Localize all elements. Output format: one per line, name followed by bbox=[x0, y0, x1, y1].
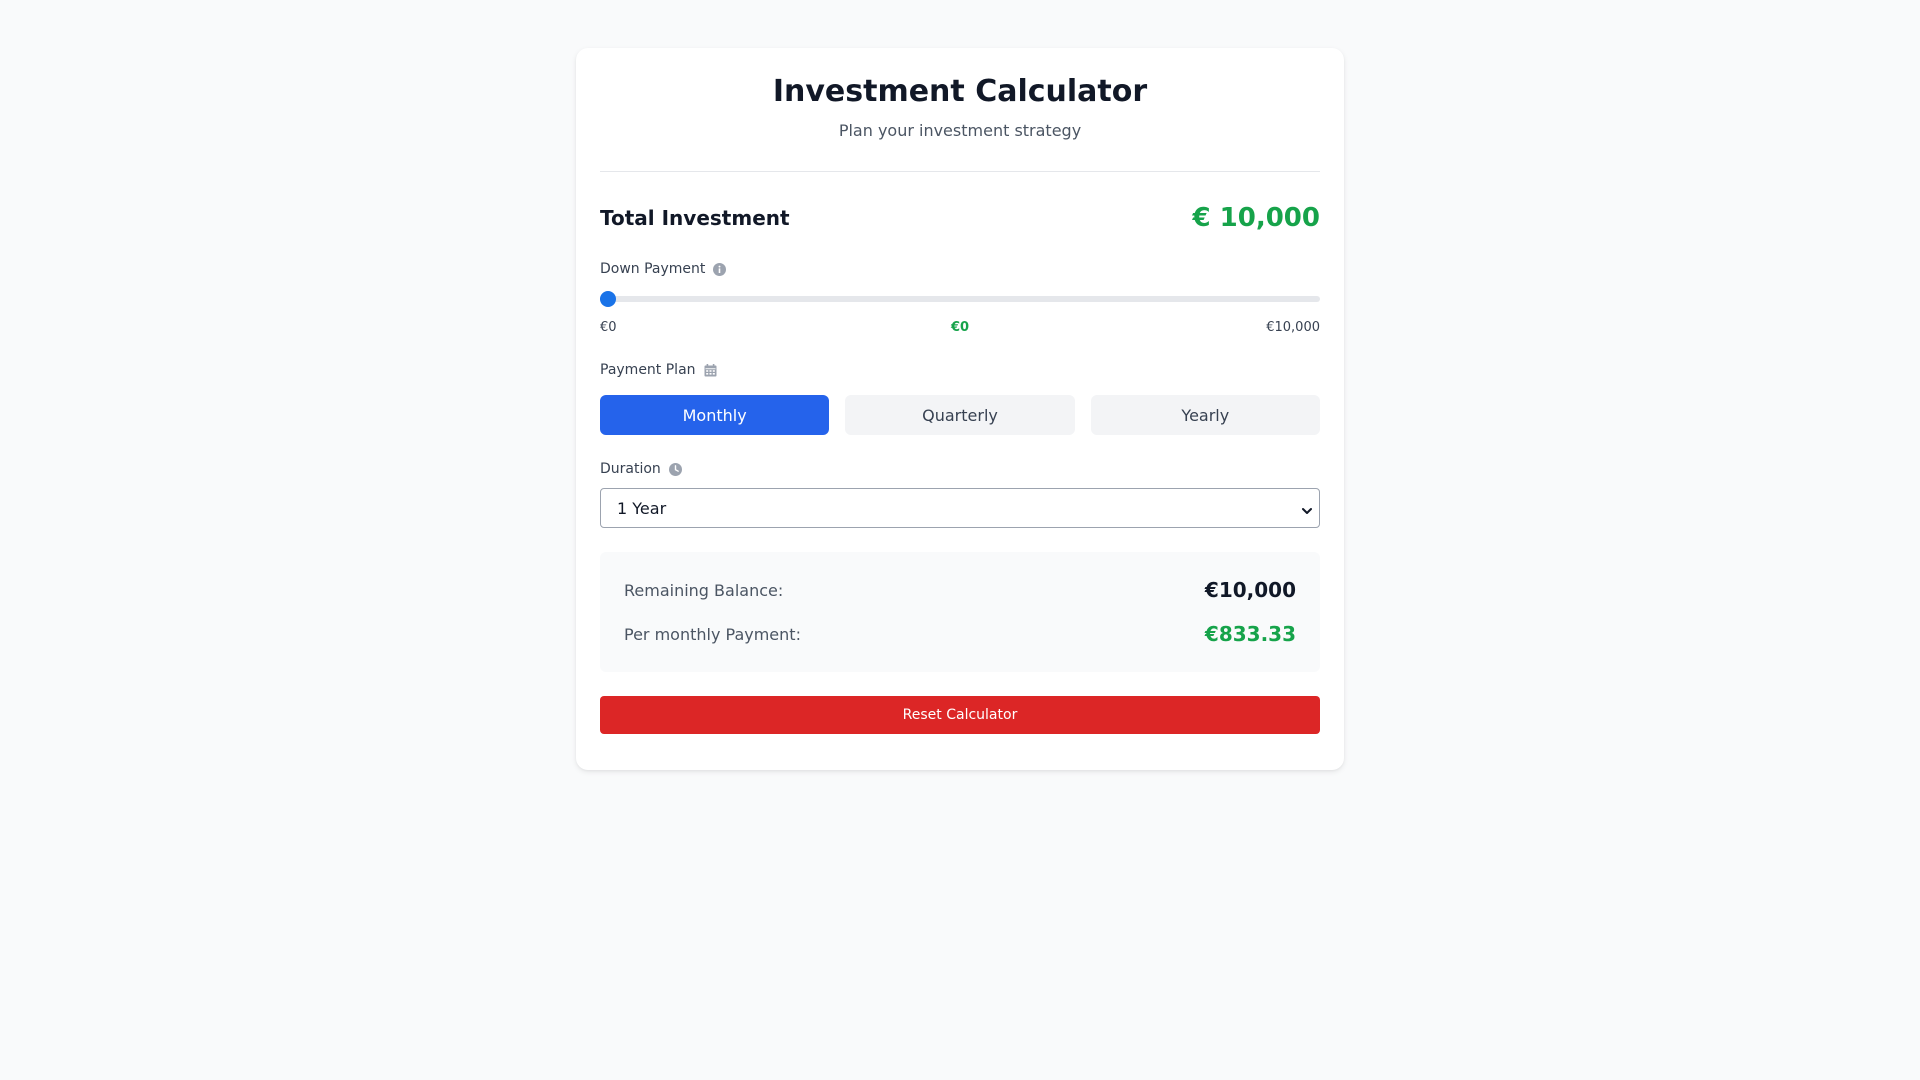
payment-plan-label-row: Payment Plan bbox=[600, 361, 1320, 379]
plan-yearly-button[interactable]: Yearly bbox=[1090, 395, 1320, 435]
down-payment-slider[interactable] bbox=[600, 291, 1320, 307]
down-payment-label-row: Down Payment bbox=[600, 260, 1320, 278]
clock-icon bbox=[668, 462, 682, 476]
page-title: Investment Calculator bbox=[772, 74, 1148, 109]
per-payment-row: Per monthly Payment: €833.33 bbox=[624, 622, 1296, 646]
duration-label: Duration bbox=[600, 461, 661, 477]
remaining-balance-label: Remaining Balance: bbox=[624, 580, 784, 600]
calendar-icon bbox=[704, 363, 717, 377]
plan-quarterly-button[interactable]: Quarterly bbox=[845, 395, 1075, 435]
payment-plan-label: Payment Plan bbox=[600, 362, 696, 378]
duration-select[interactable]: 1 Year bbox=[600, 488, 1320, 528]
duration-selected-value: 1 Year bbox=[617, 498, 667, 518]
slider-labels: €0 €0 €10,000 bbox=[600, 320, 1320, 336]
down-payment-label: Down Payment bbox=[600, 261, 706, 277]
calculator-card: Investment Calculator Plan your investme… bbox=[576, 48, 1344, 770]
per-payment-value: €833.33 bbox=[1204, 622, 1296, 646]
slider-track[interactable] bbox=[600, 296, 1320, 302]
summary-panel: Remaining Balance: €10,000 Per monthly P… bbox=[600, 552, 1320, 672]
payment-plan-options: Monthly Quarterly Yearly bbox=[600, 395, 1320, 435]
info-icon bbox=[713, 262, 727, 276]
slider-min-label: €0 bbox=[600, 320, 617, 335]
total-investment-label: Total Investment bbox=[600, 206, 790, 230]
per-payment-label: Per monthly Payment: bbox=[624, 624, 801, 644]
page-subtitle: Plan your investment strategy bbox=[838, 121, 1082, 140]
remaining-balance-row: Remaining Balance: €10,000 bbox=[624, 578, 1296, 602]
reset-calculator-button[interactable]: Reset Calculator bbox=[600, 696, 1320, 734]
remaining-balance-value: €10,000 bbox=[1204, 578, 1296, 602]
calculator-header: Investment Calculator Plan your investme… bbox=[600, 48, 1320, 172]
total-investment-value: € 10,000 bbox=[1192, 203, 1320, 233]
slider-current-value: €0 bbox=[950, 320, 970, 335]
duration-label-row: Duration bbox=[600, 460, 1320, 478]
plan-monthly-button[interactable]: Monthly bbox=[600, 395, 830, 435]
chevron-down-icon bbox=[1301, 502, 1313, 514]
slider-max-label: €10,000 bbox=[1266, 320, 1320, 335]
slider-thumb[interactable] bbox=[600, 291, 616, 307]
total-investment-row: Total Investment € 10,000 bbox=[600, 203, 1320, 233]
